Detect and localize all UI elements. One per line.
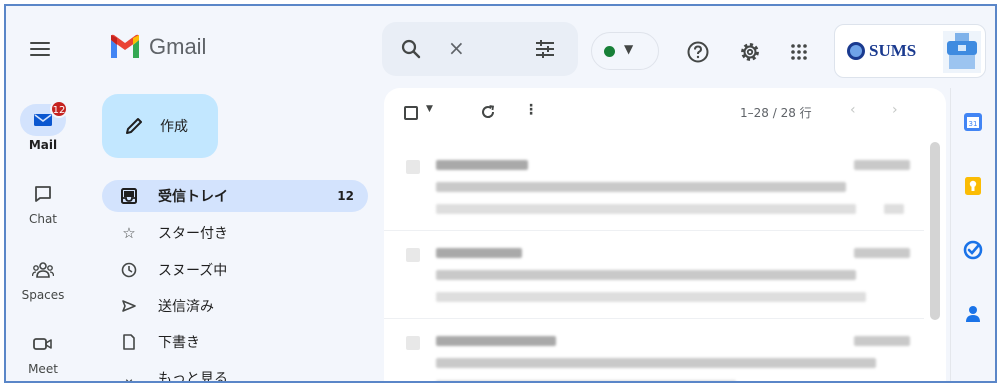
meet-icon	[33, 338, 52, 350]
message-list-toolbar: ▼ ⋮ 1–28 / 28 行 ‹ ›	[384, 88, 946, 136]
redacted-sender	[436, 160, 528, 170]
snooze-icon	[120, 261, 138, 279]
side-panel-divider	[950, 88, 951, 381]
compose-label: 作成	[160, 119, 188, 135]
select-options-chevron-icon[interactable]: ▼	[426, 104, 433, 114]
message-row[interactable]	[384, 142, 924, 231]
apps-grid-icon[interactable]	[787, 40, 811, 64]
older-page-icon[interactable]: ‹	[850, 102, 856, 118]
search-bar[interactable]: ×	[382, 22, 578, 76]
newer-page-icon[interactable]: ›	[892, 102, 898, 118]
rail-chat-label: Chat	[28, 212, 58, 226]
status-active-dot	[604, 46, 615, 57]
chevron-down-icon: ▼	[624, 42, 634, 56]
unread-count-badge: 12	[50, 100, 68, 118]
select-all-checkbox[interactable]	[404, 106, 418, 120]
message-checkbox[interactable]	[406, 248, 420, 262]
inbox-unread-count: 12	[337, 189, 354, 203]
draft-icon	[120, 333, 138, 351]
nav-item-inbox[interactable]: 受信トレイ 12	[102, 180, 368, 212]
rail-meet-pill	[20, 328, 66, 360]
status-selector[interactable]: ▼	[591, 32, 659, 70]
chat-icon	[35, 186, 51, 202]
pencil-icon	[126, 118, 142, 134]
star-icon: ☆	[122, 224, 136, 242]
chevron-down-icon: ⌄	[122, 369, 136, 383]
redacted-date	[854, 248, 910, 258]
refresh-icon[interactable]	[480, 104, 496, 120]
redacted-date	[854, 160, 910, 170]
nav-item-drafts[interactable]: 下書き	[102, 326, 368, 358]
tasks-icon[interactable]	[963, 240, 983, 260]
rail-item-chat[interactable]: Chat	[14, 178, 72, 226]
redacted-date	[854, 336, 910, 346]
redacted-snippet	[436, 292, 866, 302]
rail-item-meet[interactable]: Meet	[14, 328, 72, 376]
compose-button[interactable]: 作成	[102, 94, 218, 158]
rail-item-mail[interactable]: 12 Mail	[14, 100, 72, 152]
nav-item-starred[interactable]: ☆ スター付き	[102, 217, 368, 249]
redacted-subject	[436, 270, 856, 280]
keep-icon[interactable]	[963, 176, 983, 196]
pagination-info: 1–28 / 28 行	[740, 106, 812, 120]
nav-more-label: もっと見る	[158, 371, 228, 383]
help-icon[interactable]	[686, 40, 710, 64]
redacted-subject	[436, 358, 876, 368]
search-icon[interactable]	[400, 38, 422, 60]
nav-item-more[interactable]: ⌄ もっと見る	[102, 362, 368, 383]
message-row[interactable]	[384, 230, 924, 319]
rail-item-spaces[interactable]: Spaces	[14, 254, 72, 302]
organization-logo: SUMS	[847, 41, 916, 61]
redacted-sender	[436, 248, 522, 258]
gmail-wordmark: Gmail	[149, 34, 207, 59]
nav-sent-label: 送信済み	[158, 299, 214, 315]
message-row[interactable]	[384, 318, 924, 381]
message-checkbox[interactable]	[406, 160, 420, 174]
organization-name: SUMS	[869, 41, 917, 60]
avatar[interactable]	[943, 31, 981, 73]
nav-starred-label: スター付き	[158, 226, 228, 242]
search-options-icon[interactable]	[534, 39, 556, 59]
nav-inbox-label: 受信トレイ	[158, 189, 228, 205]
rail-mail-label: Mail	[28, 138, 58, 152]
redacted-sender	[436, 336, 556, 346]
redacted-snippet	[436, 204, 856, 214]
rail-chat-pill	[20, 178, 66, 210]
redacted-snippet	[436, 380, 736, 381]
mail-icon	[34, 114, 52, 126]
rail-mail-pill: 12	[20, 100, 68, 136]
redacted-attachment	[884, 204, 904, 214]
account-switcher[interactable]: SUMS	[834, 24, 986, 78]
rail-spaces-pill	[20, 254, 66, 286]
redacted-subject	[436, 182, 846, 192]
clear-search-icon[interactable]: ×	[448, 36, 465, 60]
gear-icon[interactable]	[738, 40, 762, 64]
gmail-logo[interactable]: Gmail	[109, 34, 206, 60]
gmail-window: Gmail × ▼ SUMS 12 Mail Chat Spaces Meet …	[4, 4, 997, 383]
nav-item-sent[interactable]: 送信済み	[102, 290, 368, 322]
main-menu-icon[interactable]	[30, 42, 50, 56]
calendar-icon[interactable]: 31	[963, 112, 983, 132]
more-options-icon[interactable]: ⋮	[524, 102, 538, 118]
contacts-icon[interactable]	[963, 304, 983, 324]
gmail-m-icon	[111, 34, 139, 58]
message-checkbox[interactable]	[406, 336, 420, 350]
nav-snoozed-label: スヌーズ中	[158, 263, 228, 279]
organization-logo-mark	[847, 42, 865, 60]
rail-meet-label: Meet	[28, 362, 58, 376]
send-icon	[120, 297, 138, 315]
rail-spaces-label: Spaces	[21, 288, 65, 302]
inbox-icon	[120, 187, 138, 205]
message-list-panel: ▼ ⋮ 1–28 / 28 行 ‹ ›	[384, 88, 946, 381]
nav-item-snoozed[interactable]: スヌーズ中	[102, 254, 368, 286]
spaces-icon	[32, 262, 54, 278]
nav-drafts-label: 下書き	[158, 335, 200, 351]
svg-text:31: 31	[969, 120, 978, 128]
message-list-scrollbar[interactable]	[930, 142, 940, 320]
